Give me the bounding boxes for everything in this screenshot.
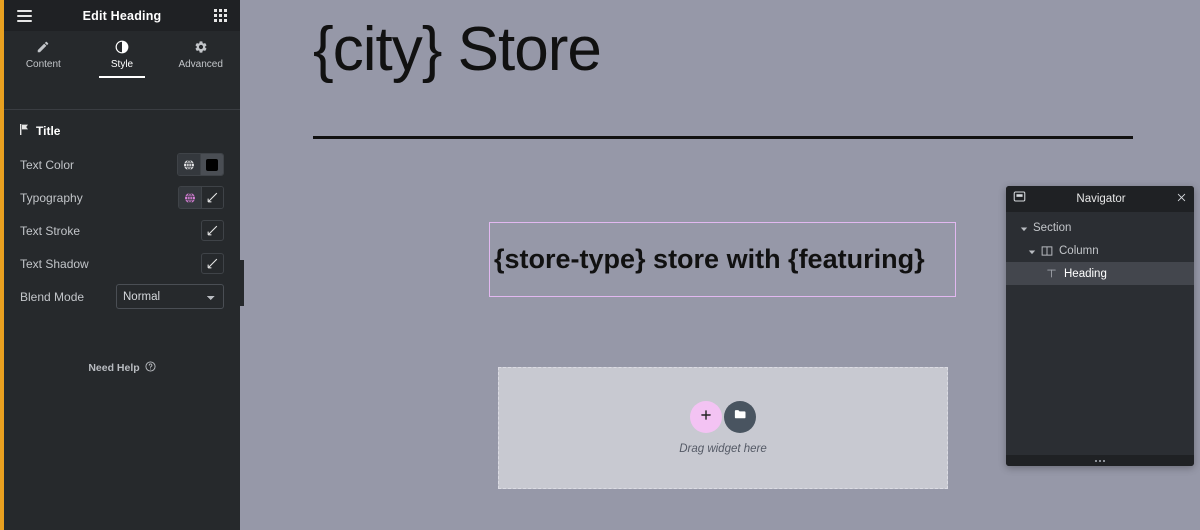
plus-icon — [699, 408, 713, 427]
navigator-tree: Section Column Heading — [1006, 212, 1194, 455]
globe-icon[interactable] — [178, 154, 200, 175]
navigator-header: Navigator — [1006, 186, 1194, 212]
page-title[interactable]: {city} Store — [313, 14, 602, 85]
elementor-editor: Edit Heading Content Style Advanced Titl… — [0, 0, 1200, 530]
tab-style[interactable]: Style — [83, 31, 162, 78]
control-typography: Typography — [20, 181, 224, 214]
navigator-item-section-label: Section — [1033, 221, 1072, 234]
control-text-shadow-label: Text Shadow — [20, 256, 89, 271]
editor-panel: Edit Heading Content Style Advanced Titl… — [0, 0, 240, 530]
panel-header: Edit Heading — [4, 0, 240, 31]
control-text-shadow: Text Shadow — [20, 247, 224, 280]
grid-apps-icon[interactable] — [208, 4, 232, 28]
navigator-item-heading[interactable]: Heading — [1006, 262, 1194, 285]
selected-heading-text: {store-type} store with {featuring} — [494, 243, 925, 274]
control-text-color-label: Text Color — [20, 157, 75, 172]
navigator-resize-handle[interactable] — [1006, 455, 1194, 466]
tab-content-label: Content — [25, 58, 61, 70]
section-title-label: Title — [36, 124, 61, 138]
control-text-stroke-label: Text Stroke — [20, 223, 81, 238]
navigator-title: Navigator — [1076, 193, 1126, 205]
contrast-icon — [115, 40, 129, 55]
tab-content[interactable]: Content — [4, 31, 83, 78]
tab-advanced-label: Advanced — [178, 58, 223, 70]
drop-zone-label: Drag widget here — [679, 443, 767, 455]
selected-heading-widget[interactable]: {store-type} store with {featuring} — [489, 222, 956, 297]
column-icon — [1041, 245, 1053, 257]
caret-down-icon[interactable] — [1020, 224, 1028, 232]
need-help-link[interactable]: Need Help — [4, 361, 240, 375]
drop-zone-buttons — [690, 401, 756, 433]
text-type-icon — [1046, 268, 1057, 279]
hamburger-icon[interactable] — [12, 4, 36, 28]
control-text-stroke: Text Stroke — [20, 214, 224, 247]
control-text-color: Text Color — [20, 148, 224, 181]
drop-zone[interactable]: Drag widget here — [498, 367, 948, 489]
caret-down-icon[interactable] — [1028, 247, 1036, 255]
pencil-icon — [36, 40, 50, 55]
style-controls: Text Color Typography Text Stroke Text S… — [4, 142, 240, 313]
tab-advanced[interactable]: Advanced — [161, 31, 240, 78]
panel-title: Edit Heading — [82, 8, 162, 23]
pencil-edit-icon[interactable] — [201, 187, 223, 208]
horizontal-divider — [313, 136, 1133, 139]
control-blend-mode: Blend Mode NormalMultiplyScreenOverlayDa… — [20, 280, 224, 313]
flag-marker-icon — [20, 124, 29, 138]
panel-tabs: Content Style Advanced — [4, 31, 240, 78]
dock-window-icon[interactable] — [1013, 190, 1026, 208]
gear-icon — [194, 40, 208, 55]
pencil-edit-icon[interactable] — [201, 253, 224, 274]
add-widget-button[interactable] — [690, 401, 722, 433]
text-color-swatch[interactable] — [200, 154, 223, 175]
close-icon[interactable] — [1176, 190, 1187, 208]
navigator-item-column[interactable]: Column — [1006, 239, 1194, 262]
question-circle-icon — [145, 361, 156, 375]
blend-mode-select[interactable]: NormalMultiplyScreenOverlayDarkenLighten… — [116, 284, 224, 309]
folder-icon — [733, 407, 748, 427]
pencil-edit-icon[interactable] — [201, 220, 224, 241]
globe-icon[interactable] — [179, 187, 201, 208]
navigator-item-heading-label: Heading — [1064, 267, 1107, 280]
navigator-panel: Navigator Section Column Heading — [1006, 186, 1194, 466]
need-help-label: Need Help — [88, 362, 140, 374]
control-typography-label: Typography — [20, 190, 83, 205]
tab-style-label: Style — [110, 58, 134, 70]
section-header-title[interactable]: Title — [4, 110, 240, 142]
control-blend-mode-label: Blend Mode — [20, 289, 85, 304]
navigator-item-column-label: Column — [1059, 244, 1099, 257]
navigator-item-section[interactable]: Section — [1006, 216, 1194, 239]
template-library-button[interactable] — [724, 401, 756, 433]
